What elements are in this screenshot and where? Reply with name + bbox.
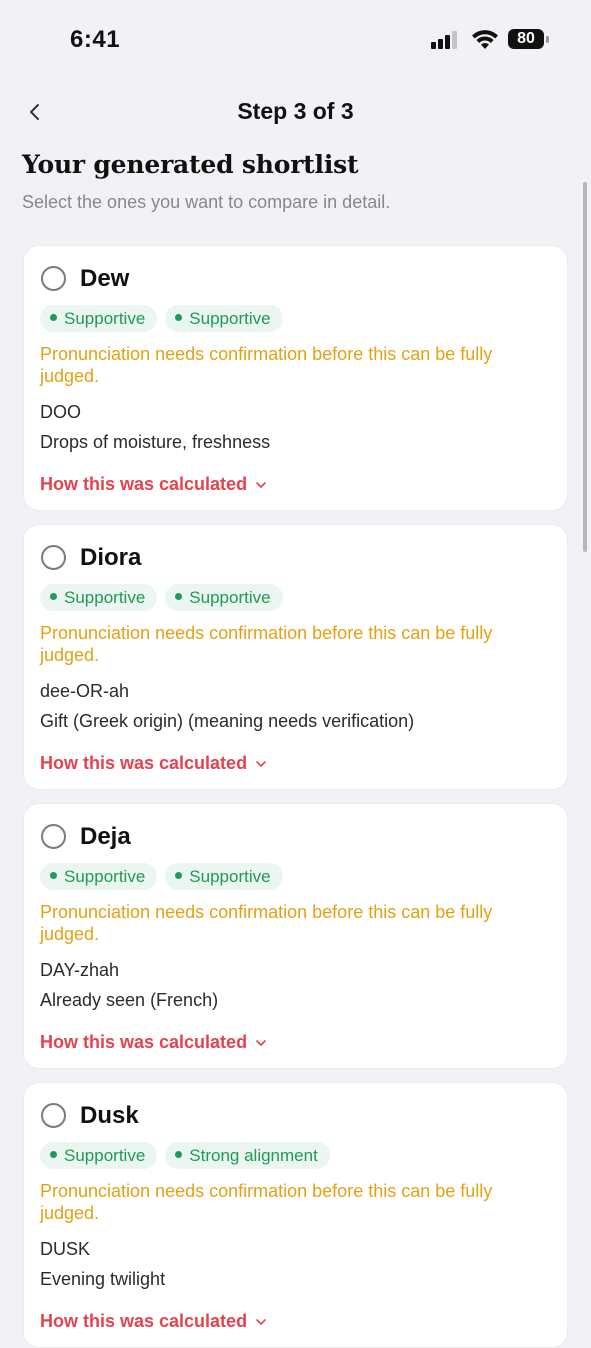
pronunciation-warning: Pronunciation needs confirmation before …: [40, 623, 493, 665]
back-button[interactable]: [20, 98, 48, 126]
pronunciation-warning: Pronunciation needs confirmation before …: [40, 1181, 493, 1223]
how-calculated-label: How this was calculated: [40, 1032, 248, 1052]
status-bar: 6:41 80: [0, 0, 591, 80]
shortlist-card[interactable]: Deja Supportive Supportive Pronunciation…: [23, 803, 568, 1069]
battery-icon: 80: [508, 29, 552, 51]
meaning: Already seen (French): [40, 990, 219, 1010]
select-radio[interactable]: [41, 1103, 66, 1128]
card-name: Dew: [80, 265, 130, 292]
card-name: Diora: [80, 544, 142, 571]
badge-row: Supportive Strong alignment: [40, 1142, 330, 1169]
badge-label: Supportive: [64, 588, 146, 607]
badge-label: Supportive: [64, 867, 146, 886]
how-calculated-toggle[interactable]: How this was calculated: [40, 753, 267, 774]
shortlist-card[interactable]: Dew Supportive Supportive Pronunciation …: [23, 245, 568, 511]
cellular-signal-icon: [431, 31, 457, 49]
chevron-down-icon: [256, 481, 266, 488]
badge-label: Supportive: [64, 1146, 146, 1165]
dot-icon: [50, 593, 57, 601]
badge-row: Supportive Supportive: [40, 584, 283, 611]
badge-label: Supportive: [64, 309, 146, 328]
select-radio[interactable]: [41, 266, 66, 291]
meaning: Gift (Greek origin) (meaning needs verif…: [40, 711, 415, 731]
dot-icon: [175, 872, 183, 880]
pronunciation-warning: Pronunciation needs confirmation before …: [40, 344, 493, 386]
how-calculated-toggle[interactable]: How this was calculated: [40, 1311, 267, 1332]
status-time: 6:41: [70, 26, 121, 53]
battery-tip: [546, 36, 549, 43]
shortlist-card[interactable]: Dusk Supportive Strong alignment Pronunc…: [23, 1082, 568, 1348]
dot-icon: [50, 314, 57, 322]
how-calculated-label: How this was calculated: [40, 753, 248, 773]
dot-icon: [175, 314, 183, 322]
how-calculated-toggle[interactable]: How this was calculated: [40, 1032, 267, 1053]
how-calculated-label: How this was calculated: [40, 474, 248, 494]
how-calculated-toggle[interactable]: How this was calculated: [40, 474, 267, 495]
chevron-down-icon: [256, 1039, 266, 1046]
status-badge: Supportive: [40, 305, 158, 332]
scrollbar[interactable]: [583, 182, 587, 552]
status-badge: Supportive: [165, 863, 283, 890]
badge-label: Strong alignment: [189, 1146, 318, 1165]
chevron-down-icon: [256, 1318, 266, 1325]
status-badge: Strong alignment: [165, 1142, 330, 1169]
wifi-icon: [472, 30, 498, 49]
pronunciation: dee-OR-ah: [40, 681, 130, 701]
meaning: Drops of moisture, freshness: [40, 432, 271, 452]
status-badge: Supportive: [165, 305, 283, 332]
dot-icon: [50, 872, 57, 880]
badge-label: Supportive: [189, 309, 271, 328]
card-name: Deja: [80, 823, 131, 850]
pronunciation: DAY-zhah: [40, 960, 120, 980]
dot-icon: [50, 1151, 57, 1159]
card-name: Dusk: [80, 1102, 139, 1129]
status-badge: Supportive: [165, 584, 283, 611]
pronunciation: DOO: [40, 402, 82, 422]
status-badge: Supportive: [40, 1142, 158, 1169]
dot-icon: [175, 593, 183, 601]
badge-row: Supportive Supportive: [40, 305, 283, 332]
page-title: Your generated shortlist: [22, 150, 359, 179]
select-radio[interactable]: [41, 545, 66, 570]
status-badge: Supportive: [40, 584, 158, 611]
chevron-down-icon: [256, 760, 266, 767]
pronunciation-warning: Pronunciation needs confirmation before …: [40, 902, 493, 944]
badge-label: Supportive: [189, 867, 271, 886]
badge-label: Supportive: [189, 588, 271, 607]
how-calculated-label: How this was calculated: [40, 1311, 248, 1331]
pronunciation: DUSK: [40, 1239, 91, 1259]
chevron-left-icon: [30, 104, 39, 120]
step-indicator: Step 3 of 3: [237, 98, 354, 124]
status-badge: Supportive: [40, 863, 158, 890]
battery-level: 80: [508, 29, 544, 49]
shortlist-card[interactable]: Diora Supportive Supportive Pronunciatio…: [23, 524, 568, 790]
select-radio[interactable]: [41, 824, 66, 849]
badge-row: Supportive Supportive: [40, 863, 283, 890]
dot-icon: [175, 1151, 183, 1159]
page-subtitle: Select the ones you want to compare in d…: [22, 192, 391, 212]
